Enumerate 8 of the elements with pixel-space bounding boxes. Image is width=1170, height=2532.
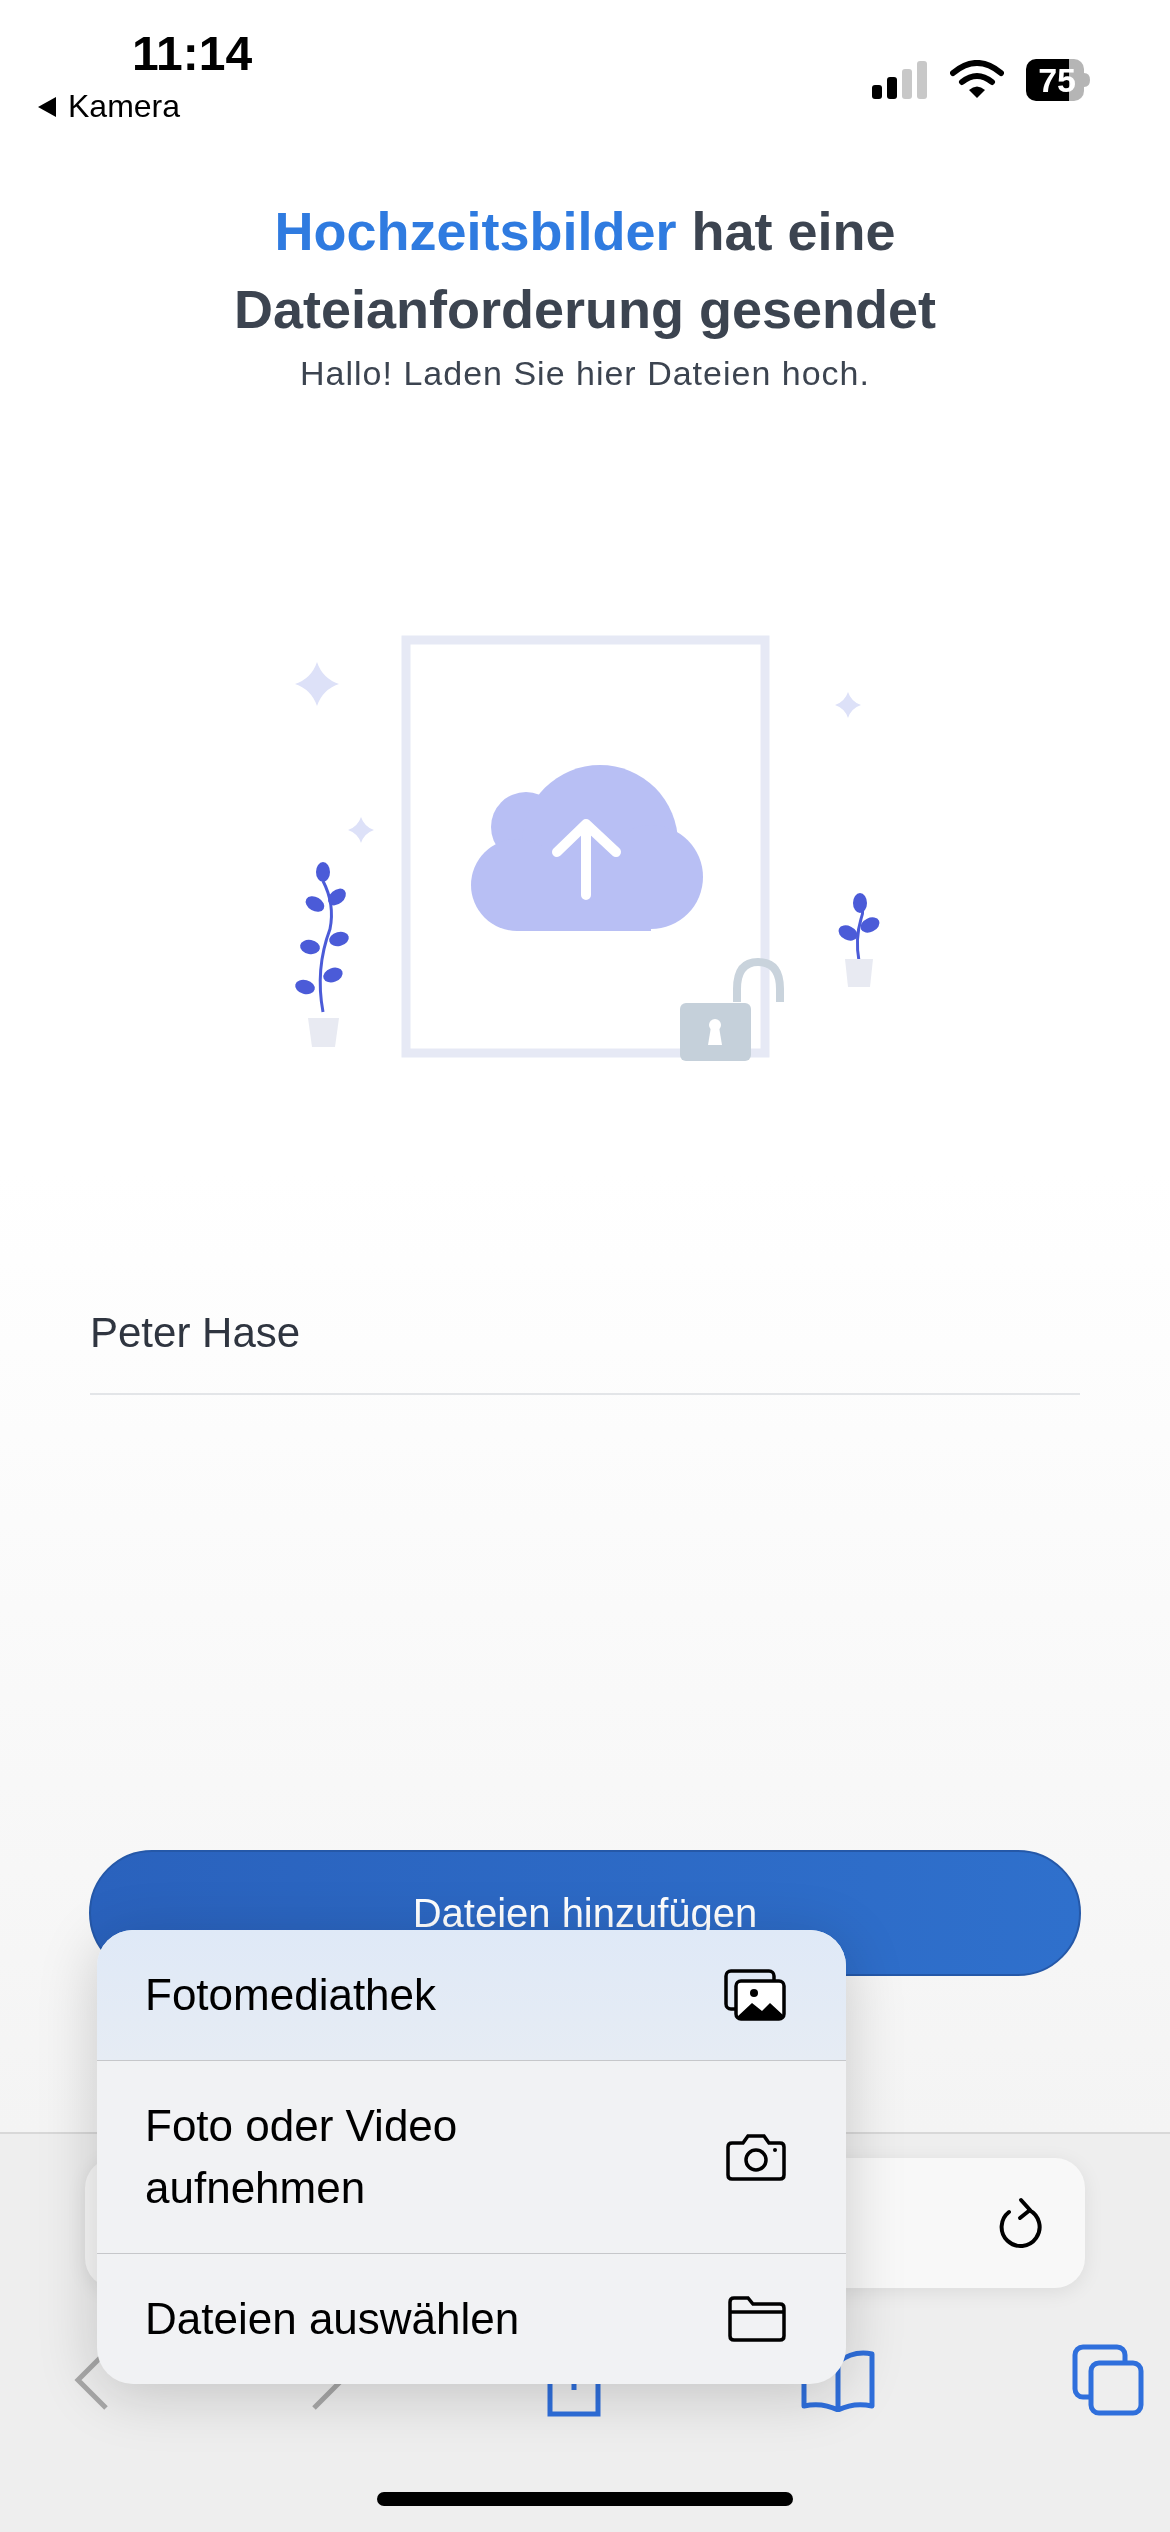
status-time: 11:14 [132,26,253,82]
name-field[interactable]: Peter Hase [90,1289,1080,1395]
request-title: Hochzeitsbilder hat eine Dateianforderung gesendet [232,200,938,341]
menu-item[interactable]: Fotomediathek [97,1930,846,2060]
back-to-app-link[interactable]: Kamera [36,88,181,125]
menu-item[interactable]: Foto oder Video aufnehmen [97,2060,846,2253]
request-message: Hallo! Laden Sie hier Dateien hoch. [300,354,870,393]
menu-item[interactable]: Dateien auswählen [97,2253,846,2384]
